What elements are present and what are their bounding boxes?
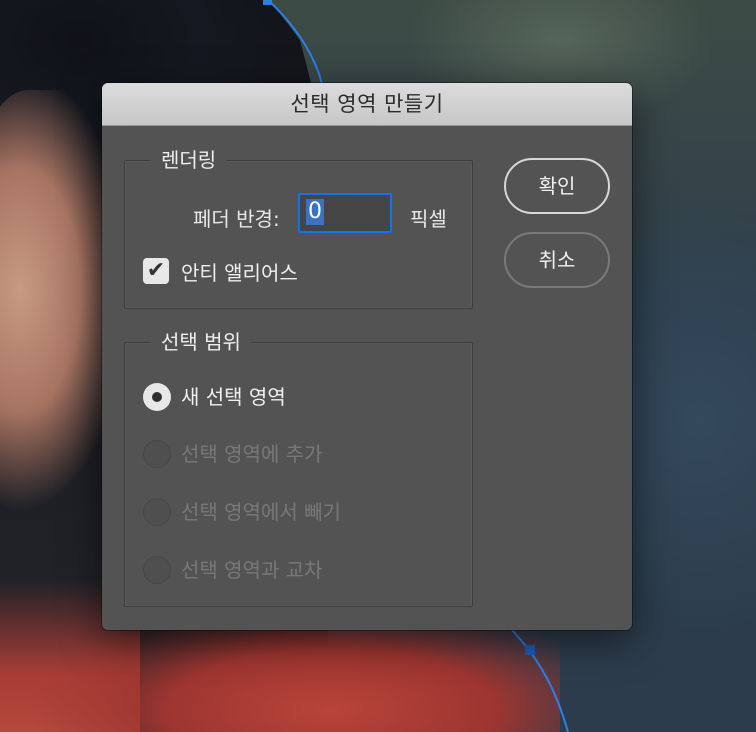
radio-add-to-selection: 선택 영역에 추가 bbox=[143, 440, 463, 472]
radio-label: 선택 영역과 교차 bbox=[181, 558, 323, 582]
selection-range-legend: 선택 범위 bbox=[151, 326, 251, 358]
anti-alias-label[interactable]: 안티 앨리어스 bbox=[181, 257, 298, 286]
cancel-button[interactable]: 취소 bbox=[504, 232, 610, 288]
rendering-group: 렌더링 페더 반경: 0 픽셀 ✔ 안티 앨리어스 bbox=[124, 144, 473, 309]
radio-intersect-with-selection: 선택 영역과 교차 bbox=[143, 556, 463, 588]
rendering-legend: 렌더링 bbox=[151, 144, 227, 176]
make-selection-dialog: 선택 영역 만들기 렌더링 페더 반경: 0 픽셀 ✔ 안티 앨리어스 선택 범… bbox=[102, 83, 632, 630]
feather-radius-value[interactable]: 0 bbox=[306, 199, 324, 225]
selection-range-group: 선택 범위 새 선택 영역 선택 영역에 추가 선택 영역에서 빼기 선택 영역… bbox=[124, 326, 473, 607]
radio-button-selected[interactable] bbox=[143, 383, 171, 411]
radio-button-disabled bbox=[143, 440, 171, 468]
path-anchor-point[interactable] bbox=[263, 0, 272, 5]
feather-radius-row: 페더 반경: 0 픽셀 bbox=[125, 193, 472, 239]
anti-alias-checkbox[interactable]: ✔ bbox=[143, 258, 169, 284]
radio-new-selection[interactable]: 새 선택 영역 bbox=[143, 383, 463, 415]
radio-button-disabled bbox=[143, 556, 171, 584]
feather-radius-input[interactable]: 0 bbox=[298, 193, 392, 233]
radio-label: 선택 영역에 추가 bbox=[181, 442, 323, 466]
dialog-title: 선택 영역 만들기 bbox=[102, 83, 632, 126]
radio-button-disabled bbox=[143, 498, 171, 526]
feather-radius-unit: 픽셀 bbox=[410, 207, 447, 231]
ok-button[interactable]: 확인 bbox=[504, 158, 610, 214]
path-anchor-point[interactable] bbox=[525, 645, 535, 655]
radio-label: 선택 영역에서 빼기 bbox=[181, 500, 341, 524]
radio-label[interactable]: 새 선택 영역 bbox=[181, 383, 286, 411]
radio-subtract-from-selection: 선택 영역에서 빼기 bbox=[143, 498, 463, 530]
feather-radius-label: 페더 반경: bbox=[193, 207, 280, 231]
